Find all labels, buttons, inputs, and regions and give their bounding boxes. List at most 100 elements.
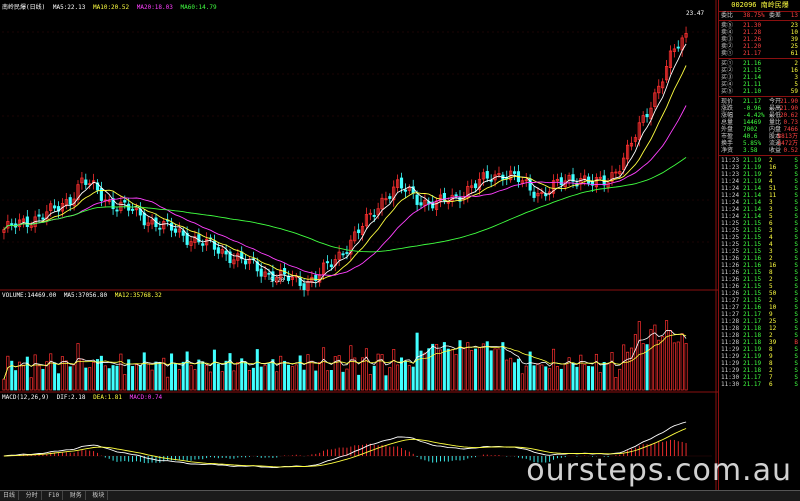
volume-bar <box>501 342 505 391</box>
quote-stats: 现价 21.17 今开 21.90 涨跌 -0.96 最高 21.90 涨幅 -4.42% 最低 20… <box>719 98 800 154</box>
candle-body <box>415 194 419 205</box>
volume-bar <box>622 344 626 391</box>
tick-time: 11:25 <box>721 248 740 255</box>
volume-bar <box>14 370 18 391</box>
tick-side: S <box>794 374 798 381</box>
volume-bar <box>345 368 349 391</box>
tick-volume: 8 <box>769 346 773 353</box>
tick-volume: 11 <box>769 192 777 199</box>
kline-chart-area[interactable]: 南岭民爆(日线) MA5:22.13 MA10:20.52 MA20:18.03… <box>0 0 718 490</box>
volume-bar <box>150 369 154 391</box>
volume-bar <box>606 363 610 391</box>
tick-side: S <box>794 332 798 339</box>
tick-time: 11:26 <box>721 269 740 276</box>
tick-time: 11:29 <box>721 360 740 367</box>
tab-daily[interactable]: 日线 <box>0 491 20 500</box>
tick-row: 11:29 21.18 2 S <box>719 367 800 374</box>
ask-row: 卖② 21.20 25 <box>719 43 800 50</box>
volume-bar <box>236 362 240 391</box>
volume-bar <box>474 348 478 391</box>
tick-side: S <box>794 185 798 192</box>
volume-bar <box>427 348 431 391</box>
volume-bar <box>590 366 595 391</box>
tick-row: 11:25 21.15 4 S <box>719 234 800 241</box>
candle-body <box>645 113 649 118</box>
quote-value: 3.58 <box>743 147 758 154</box>
volume-bar <box>513 362 517 391</box>
volume-bar <box>563 363 567 391</box>
volume-bar <box>318 361 322 391</box>
volume-bar <box>407 365 411 391</box>
tick-list[interactable]: 11:23 21.19 2 S 11:23 21.19 16 S 11:23 21.19 2 S 11:… <box>719 157 800 388</box>
quote-label: 总量 <box>721 119 734 126</box>
volume-bar <box>212 349 216 391</box>
volume-bar <box>629 347 634 391</box>
volume-bar <box>95 359 100 391</box>
tab-sector[interactable]: 板块 <box>89 491 109 500</box>
ask-volume: 39 <box>790 36 798 43</box>
bid-row: 买① 21.16 2 <box>719 60 800 67</box>
tick-price: 21.15 <box>743 290 762 297</box>
tick-time: 11:29 <box>721 353 740 360</box>
tick-row: 11:26 21.15 50 S <box>719 290 800 297</box>
tick-side: S <box>794 318 798 325</box>
tick-time: 11:28 <box>721 339 740 346</box>
ask-row: 卖④ 21.28 10 <box>719 29 800 36</box>
volume-bar <box>232 370 236 391</box>
tick-price: 21.15 <box>743 234 762 241</box>
volume-bar <box>173 363 177 391</box>
volume-bar <box>357 374 361 391</box>
tick-side: S <box>794 171 798 178</box>
volume-bar <box>384 375 388 391</box>
indicator-ma10: MA10:20.52 <box>93 4 130 11</box>
volume-bar <box>532 365 536 391</box>
candle-body <box>559 177 563 186</box>
quote-value: 7466 <box>783 126 798 133</box>
candle-body <box>329 264 333 268</box>
tick-time: 11:26 <box>721 255 740 262</box>
volume-bar <box>446 348 450 391</box>
tick-volume: 39 <box>769 339 777 346</box>
chart-canvas[interactable] <box>0 0 718 490</box>
tick-side: S <box>794 241 798 248</box>
tick-side: S <box>794 353 798 360</box>
volume-bar <box>481 343 485 391</box>
volume-bar <box>146 363 150 391</box>
volume-bar <box>442 342 446 391</box>
tick-price: 21.14 <box>743 206 762 213</box>
macd-params: MACD(12,26,9) <box>2 394 49 401</box>
candle-body <box>399 177 404 189</box>
bid-price: 21.14 <box>743 74 762 81</box>
tick-row: 11:27 21.17 9 S <box>719 311 800 318</box>
bid-price: 21.10 <box>743 88 762 95</box>
quote-label: 内盘 <box>769 126 782 133</box>
volume-bar <box>454 353 458 391</box>
volume-bar <box>255 349 259 391</box>
tab-finance[interactable]: 财务 <box>67 491 86 500</box>
tick-volume: 9 <box>769 311 773 318</box>
ask-price: 21.30 <box>743 22 762 29</box>
volume-bar <box>181 361 185 391</box>
quote-label: 涨跌 <box>721 105 734 112</box>
volume-bar <box>544 366 548 391</box>
volume-bar <box>84 367 88 391</box>
tick-time: 11:25 <box>721 234 740 241</box>
low-price-label: 5.20 <box>270 277 285 284</box>
volume-bar <box>431 343 435 391</box>
quote-label: 外盘 <box>721 126 734 133</box>
tick-row: 11:28 21.18 12 S <box>719 325 800 332</box>
volume-bar <box>672 342 676 391</box>
tab-intraday[interactable]: 分时 <box>23 491 42 500</box>
tick-row: 11:24 21.14 11 S <box>719 192 800 199</box>
candle-body <box>10 223 14 226</box>
tick-row: 11:24 21.14 51 S <box>719 185 800 192</box>
candle-body <box>372 214 376 217</box>
volume-bar <box>197 359 201 391</box>
volume-bar <box>131 366 135 391</box>
tick-side: S <box>794 248 798 255</box>
candle-body <box>403 189 407 192</box>
volume-bar <box>134 364 138 391</box>
tick-side: S <box>794 311 798 318</box>
tab-f10[interactable]: F10 <box>45 491 64 500</box>
volume-bar <box>361 357 365 391</box>
